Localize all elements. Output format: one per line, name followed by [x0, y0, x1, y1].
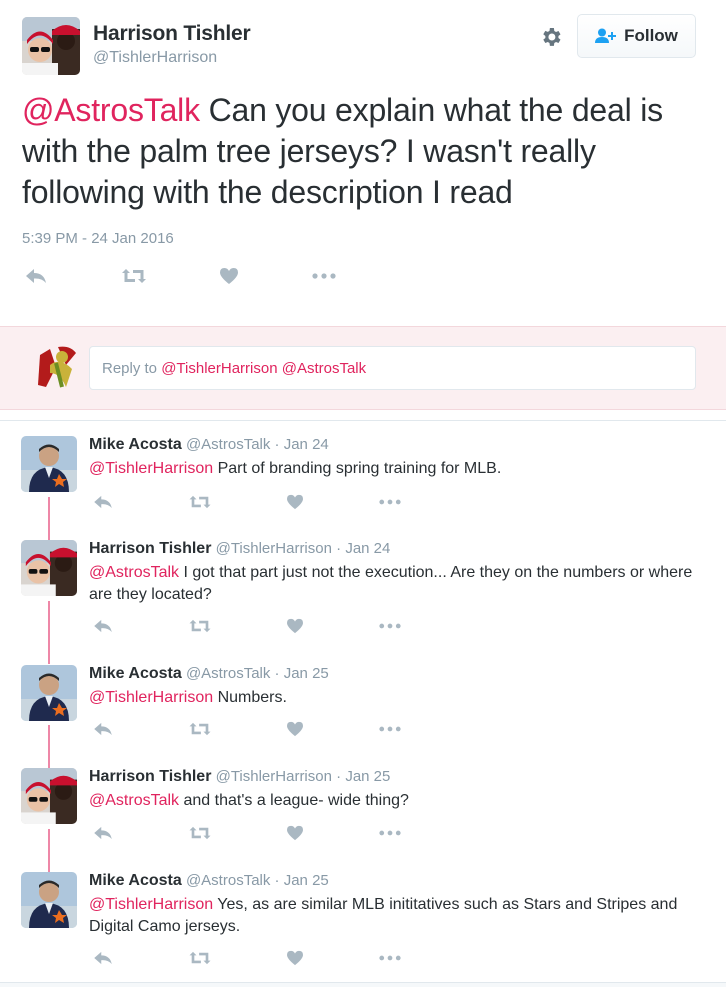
divider: [0, 420, 726, 421]
reply-mentions: @TishlerHarrison @AstrosTalk: [161, 359, 367, 377]
reply-input[interactable]: Reply to @TishlerHarrison @AstrosTalk: [89, 346, 696, 390]
more-icon[interactable]: [376, 490, 404, 514]
reply-author-handle[interactable]: @AstrosTalk: [186, 872, 270, 889]
user-avatar-icon: [36, 343, 78, 393]
like-icon[interactable]: [281, 614, 309, 638]
reply-header: Harrison Tishler @TishlerHarrison · Jan …: [89, 540, 390, 558]
separator-dot: ·: [274, 872, 280, 889]
reply-mention[interactable]: @TishlerHarrison: [89, 460, 213, 477]
separator-dot: ·: [274, 436, 280, 453]
reply-mention[interactable]: @AstrosTalk: [89, 792, 179, 809]
reply-header: Mike Acosta @AstrosTalk · Jan 25: [89, 665, 329, 683]
reply-date[interactable]: Jan 25: [284, 872, 329, 889]
more-icon[interactable]: [310, 264, 338, 288]
reply-body: Part of branding spring training for MLB…: [213, 460, 502, 477]
reply-actions: [89, 946, 419, 970]
tweet-actions: [22, 264, 352, 288]
reply-mention[interactable]: @TishlerHarrison: [89, 689, 213, 706]
reply-actions: [89, 490, 419, 514]
reply-text: @TishlerHarrison Yes, as are similar MLB…: [89, 894, 699, 938]
tweet-timestamp[interactable]: 5:39 PM - 24 Jan 2016: [22, 230, 174, 247]
main-tweet: Harrison Tishler @TishlerHarrison Follow…: [0, 0, 726, 326]
like-icon[interactable]: [215, 264, 243, 288]
reply-text: @TishlerHarrison Numbers.: [89, 687, 699, 709]
gear-icon[interactable]: [539, 25, 563, 49]
separator-dot: ·: [336, 540, 342, 557]
divider: [0, 982, 726, 987]
separator-dot: ·: [336, 768, 342, 785]
reply-date[interactable]: Jan 25: [345, 768, 390, 785]
avatar[interactable]: [21, 665, 77, 721]
reply-icon[interactable]: [89, 614, 117, 638]
reply-author-handle[interactable]: @AstrosTalk: [186, 436, 270, 453]
thread-line: [48, 497, 50, 541]
follow-label: Follow: [624, 26, 678, 45]
reply-author-handle[interactable]: @AstrosTalk: [186, 665, 270, 682]
thread-line: [48, 829, 50, 872]
tweet-mention[interactable]: @AstrosTalk: [22, 92, 200, 128]
reply-icon[interactable]: [89, 717, 117, 741]
avatar[interactable]: [21, 436, 77, 492]
avatar[interactable]: [21, 768, 77, 824]
reply-date[interactable]: Jan 25: [284, 665, 329, 682]
author-handle[interactable]: @TishlerHarrison: [93, 49, 217, 67]
reply-actions: [89, 717, 419, 741]
reply-author-name[interactable]: Harrison Tishler: [89, 768, 211, 785]
reply-icon[interactable]: [89, 821, 117, 845]
like-icon[interactable]: [281, 946, 309, 970]
separator-dot: ·: [274, 665, 280, 682]
reply-header: Mike Acosta @AstrosTalk · Jan 25: [89, 872, 329, 890]
retweet-icon[interactable]: [120, 264, 148, 288]
reply-text: @AstrosTalk and that's a league- wide th…: [89, 790, 699, 812]
reply-author-handle[interactable]: @TishlerHarrison: [216, 540, 332, 557]
more-icon[interactable]: [376, 821, 404, 845]
reply-body: Numbers.: [213, 689, 287, 706]
reply-author-handle[interactable]: @TishlerHarrison: [216, 768, 332, 785]
retweet-icon[interactable]: [186, 946, 214, 970]
like-icon[interactable]: [281, 490, 309, 514]
reply-prefix: Reply to: [102, 359, 158, 377]
reply-author-name[interactable]: Mike Acosta: [89, 436, 182, 453]
reply-actions: [89, 614, 419, 638]
like-icon[interactable]: [281, 821, 309, 845]
reply-date[interactable]: Jan 24: [345, 540, 390, 557]
reply-author-name[interactable]: Mike Acosta: [89, 665, 182, 682]
reply-actions: [89, 821, 419, 845]
thread-line: [48, 601, 50, 664]
reply-icon[interactable]: [22, 264, 50, 288]
retweet-icon[interactable]: [186, 821, 214, 845]
reply-text: @TishlerHarrison Part of branding spring…: [89, 458, 699, 480]
reply-mention[interactable]: @AstrosTalk: [89, 564, 179, 581]
retweet-icon[interactable]: [186, 490, 214, 514]
more-icon[interactable]: [376, 717, 404, 741]
retweet-icon[interactable]: [186, 614, 214, 638]
reply-icon[interactable]: [89, 946, 117, 970]
reply-mention[interactable]: @TishlerHarrison: [89, 896, 213, 913]
more-icon[interactable]: [376, 946, 404, 970]
avatar[interactable]: [21, 540, 77, 596]
avatar[interactable]: [22, 17, 80, 75]
reply-composer: Reply to @TishlerHarrison @AstrosTalk: [0, 326, 726, 410]
thread-line: [48, 725, 50, 771]
tweet-text: @AstrosTalk Can you explain what the dea…: [22, 90, 702, 213]
reply-author-name[interactable]: Mike Acosta: [89, 872, 182, 889]
add-user-icon: [595, 28, 617, 43]
retweet-icon[interactable]: [186, 717, 214, 741]
reply-text: @AstrosTalk I got that part just not the…: [89, 562, 699, 606]
reply-body: and that's a league- wide thing?: [179, 792, 409, 809]
reply-date[interactable]: Jan 24: [284, 436, 329, 453]
author-name[interactable]: Harrison Tishler: [93, 22, 251, 46]
reply-author-name[interactable]: Harrison Tishler: [89, 540, 211, 557]
reply-icon[interactable]: [89, 490, 117, 514]
reply-header: Mike Acosta @AstrosTalk · Jan 24: [89, 436, 329, 454]
reply-body: I got that part just not the execution..…: [89, 564, 693, 603]
follow-button[interactable]: Follow: [577, 14, 696, 58]
avatar[interactable]: [21, 872, 77, 928]
more-icon[interactable]: [376, 614, 404, 638]
like-icon[interactable]: [281, 717, 309, 741]
reply-header: Harrison Tishler @TishlerHarrison · Jan …: [89, 768, 390, 786]
